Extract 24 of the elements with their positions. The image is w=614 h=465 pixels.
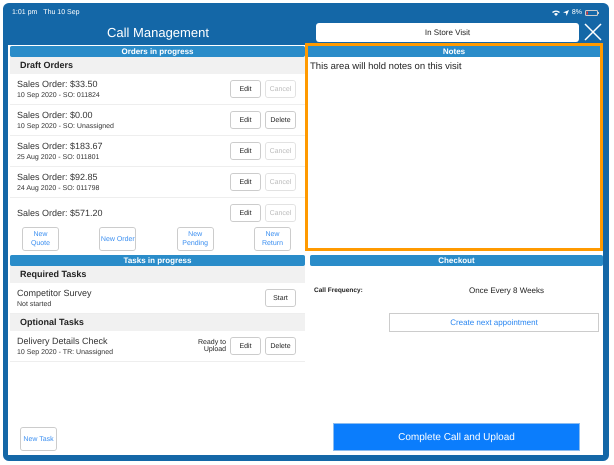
battery-icon <box>585 10 599 16</box>
create-appointment-button[interactable]: Create next appointment <box>389 313 599 332</box>
item-title: Sales Order: $571.20 <box>17 208 104 218</box>
location-arrow-icon <box>562 10 569 16</box>
panel-header: Tasks in progress <box>10 255 305 266</box>
visit-type-field[interactable]: In Store Visit <box>316 22 579 42</box>
notes-text: This area will hold notes on this visit <box>309 60 463 74</box>
section-header: Draft Orders <box>10 57 305 74</box>
panel-header: Notes <box>308 46 600 57</box>
wifi-icon <box>552 10 560 16</box>
field-value: Once Every 8 Weeks <box>468 286 545 295</box>
section-header: Required Tasks <box>10 266 305 283</box>
close-icon[interactable] <box>584 23 602 41</box>
panel-header: Checkout <box>310 255 603 266</box>
section-header: Optional Tasks <box>10 314 305 331</box>
item-title: Sales Order: $0.00 <box>17 110 94 120</box>
complete-call-button[interactable]: Complete Call and Upload <box>333 423 580 451</box>
panel-header: Orders in progress <box>10 46 305 57</box>
item-title: Competitor Survey <box>17 288 93 298</box>
item-title: Delivery Details Check <box>17 336 109 346</box>
item-title: Sales Order: $33.50 <box>17 79 99 89</box>
item-title: Sales Order: $92.85 <box>17 172 99 182</box>
screen-title: Call Management <box>106 24 210 40</box>
item-title: Sales Order: $183.67 <box>17 141 104 151</box>
